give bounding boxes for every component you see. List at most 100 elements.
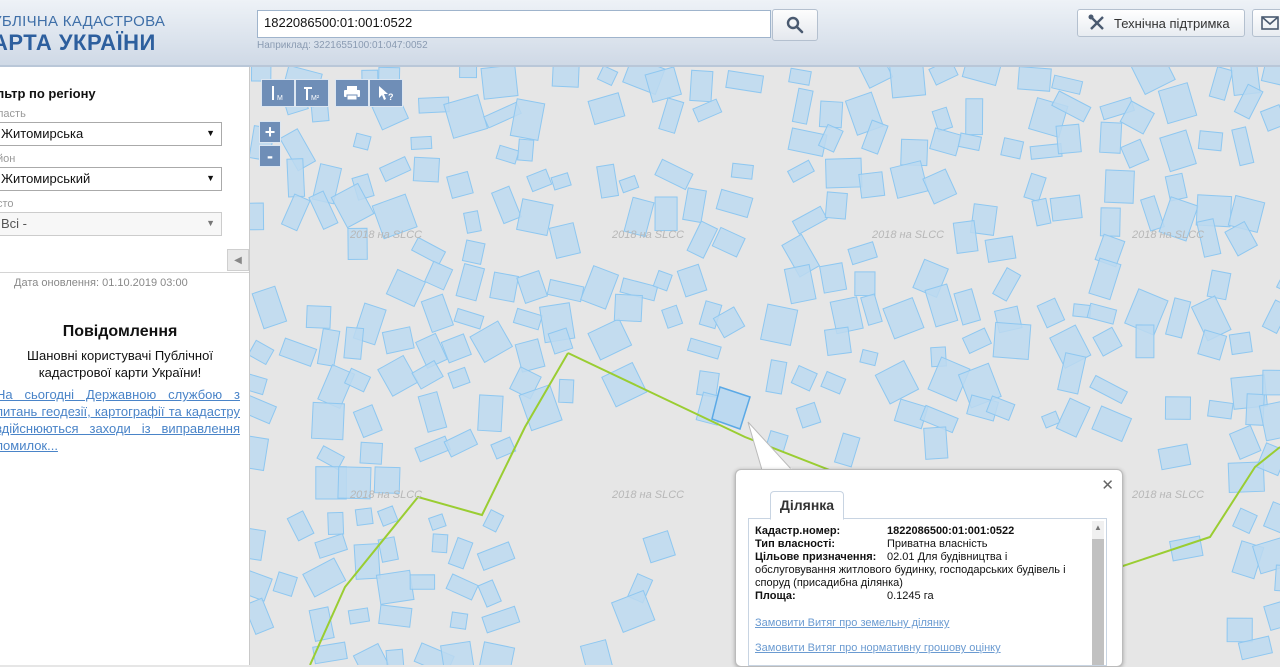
land-parcel[interactable] [1100, 208, 1120, 237]
land-parcel[interactable] [282, 194, 311, 231]
land-parcel[interactable] [1230, 425, 1261, 459]
land-parcel[interactable] [1158, 444, 1191, 470]
mail-button[interactable] [1252, 9, 1280, 37]
land-parcel[interactable] [386, 269, 425, 306]
land-parcel[interactable] [309, 607, 334, 642]
land-parcel[interactable] [597, 164, 619, 198]
land-parcel[interactable] [1089, 258, 1121, 300]
land-parcel[interactable] [376, 570, 414, 604]
land-parcel[interactable] [859, 172, 885, 198]
land-parcel[interactable] [791, 366, 817, 391]
land-parcel[interactable] [412, 238, 446, 265]
land-parcel[interactable] [821, 372, 846, 395]
search-button[interactable] [772, 9, 818, 41]
land-parcel[interactable] [483, 510, 504, 532]
land-parcel[interactable] [1105, 170, 1135, 203]
land-parcel[interactable] [712, 227, 745, 257]
land-parcel[interactable] [317, 329, 339, 367]
land-parcel[interactable] [683, 188, 707, 223]
land-parcel[interactable] [825, 327, 852, 355]
land-parcel[interactable] [456, 264, 484, 301]
land-parcel[interactable] [581, 266, 619, 309]
land-parcel[interactable] [612, 591, 655, 633]
land-parcel[interactable] [250, 571, 272, 602]
land-parcel[interactable] [492, 186, 522, 223]
oblast-select[interactable]: Житомирська ▼ [0, 122, 222, 146]
land-parcel[interactable] [353, 133, 371, 150]
order-extract-link[interactable]: Замовити Витяг про земельну ділянку [755, 617, 949, 629]
land-parcel[interactable] [835, 433, 860, 467]
land-parcel[interactable] [462, 240, 485, 264]
land-parcel[interactable] [353, 405, 382, 438]
land-parcel[interactable] [441, 641, 476, 665]
land-parcel[interactable] [1207, 270, 1231, 300]
support-button[interactable]: Технічна підтримка [1077, 9, 1245, 37]
land-parcel[interactable] [454, 309, 484, 330]
land-parcel[interactable] [378, 537, 398, 563]
land-parcel[interactable] [444, 95, 488, 139]
land-parcel[interactable] [1087, 303, 1117, 324]
land-parcel[interactable] [901, 139, 928, 165]
land-parcel[interactable] [446, 574, 478, 600]
land-parcel[interactable] [1263, 370, 1280, 395]
land-parcel[interactable] [478, 642, 515, 665]
land-parcel[interactable] [1136, 325, 1154, 358]
land-parcel[interactable] [421, 294, 453, 332]
land-parcel[interactable] [1165, 173, 1187, 201]
land-parcel[interactable] [353, 644, 389, 666]
land-parcel[interactable] [643, 531, 675, 563]
land-parcel[interactable] [1166, 298, 1191, 338]
land-parcel[interactable] [552, 67, 579, 87]
land-parcel[interactable] [355, 508, 373, 526]
land-parcel[interactable] [527, 169, 552, 191]
land-parcel[interactable] [1050, 195, 1082, 221]
misto-select[interactable]: Всі - ▼ [0, 212, 222, 236]
land-parcel[interactable] [614, 294, 642, 321]
land-parcel[interactable] [448, 367, 470, 388]
land-parcel[interactable] [883, 298, 924, 339]
land-parcel[interactable] [792, 206, 827, 234]
scroll-thumb[interactable] [1092, 539, 1104, 665]
land-parcel[interactable] [860, 350, 878, 366]
search-input[interactable]: 1822086500:01:001:0522 [257, 10, 771, 38]
land-parcel[interactable] [547, 280, 584, 302]
land-parcel[interactable] [963, 328, 992, 353]
land-parcel[interactable] [478, 395, 503, 432]
land-parcel[interactable] [1093, 327, 1122, 356]
land-parcel[interactable] [444, 429, 477, 457]
land-parcel[interactable] [1232, 127, 1254, 166]
land-parcel[interactable] [875, 361, 918, 404]
land-parcel[interactable] [693, 99, 722, 122]
land-parcel[interactable] [761, 304, 798, 345]
measure-area-button[interactable]: M² [295, 79, 329, 107]
land-parcel[interactable] [549, 223, 580, 259]
land-parcel[interactable] [826, 158, 862, 188]
land-parcel[interactable] [766, 360, 787, 394]
land-parcel[interactable] [1262, 300, 1280, 333]
land-parcel[interactable] [1024, 173, 1046, 201]
land-parcel[interactable] [659, 98, 684, 133]
land-parcel[interactable] [1264, 597, 1280, 630]
land-parcel[interactable] [1229, 332, 1252, 354]
land-parcel[interactable] [250, 340, 274, 364]
land-parcel[interactable] [1090, 376, 1128, 404]
land-parcel[interactable] [513, 308, 542, 329]
land-parcel[interactable] [413, 157, 439, 182]
land-parcel[interactable] [789, 68, 812, 85]
land-parcel[interactable] [820, 263, 847, 293]
land-parcel[interactable] [559, 379, 574, 402]
land-parcel[interactable] [1158, 83, 1196, 124]
land-parcel[interactable] [792, 88, 813, 124]
land-parcel[interactable] [250, 373, 267, 394]
land-parcel[interactable] [1092, 406, 1132, 442]
land-parcel[interactable] [379, 605, 412, 627]
land-parcel[interactable] [1261, 105, 1280, 132]
land-parcel[interactable] [1233, 508, 1258, 533]
land-parcel[interactable] [958, 133, 981, 151]
land-parcel[interactable] [432, 534, 448, 553]
land-parcel[interactable] [460, 67, 477, 78]
land-parcel[interactable] [496, 145, 519, 164]
notice-link[interactable]: На сьогодні Державною службою з питань г… [0, 386, 240, 454]
land-parcel[interactable] [690, 70, 713, 102]
land-parcel[interactable] [306, 306, 331, 329]
